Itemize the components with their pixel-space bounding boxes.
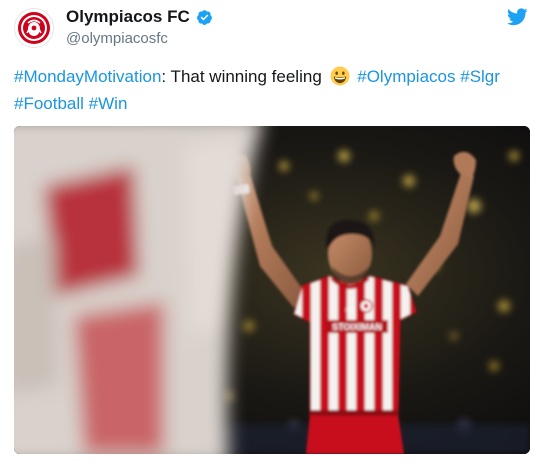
tweet-header: Olympiacos FC @olympiacosfc [0, 0, 542, 58]
hashtag-link[interactable]: #MondayMotivation [14, 67, 161, 86]
grinning-face-icon [330, 66, 349, 86]
hashtag-link[interactable]: #Olympiacos [357, 67, 455, 86]
author-name-row[interactable]: Olympiacos FC [66, 7, 213, 27]
tweet-text-segment: : That winning feeling [161, 67, 327, 86]
author-handle[interactable]: @olympiacosfc [66, 30, 168, 47]
verified-badge-icon [196, 9, 212, 25]
shirt-sponsor-text: STOIXIMAN [332, 322, 382, 332]
tweet-text: #MondayMotivation: That winning feeling … [14, 63, 530, 117]
olympiacos-crest-icon [18, 12, 50, 44]
hashtag-link[interactable]: #Win [89, 94, 128, 113]
author-display-name[interactable]: Olympiacos FC [66, 7, 190, 27]
celebrating-player-photo: STOIXIMAN GR [14, 126, 530, 454]
tweet-photo[interactable]: STOIXIMAN GR [14, 126, 530, 454]
hashtag-link[interactable]: #Football [14, 94, 84, 113]
avatar[interactable] [14, 8, 54, 48]
tweet-card: Olympiacos FC @olympiacosfc #MondayMotiv… [0, 0, 542, 466]
shirt-badge-text: GR [346, 308, 356, 314]
twitter-bird-icon[interactable] [507, 8, 528, 26]
hashtag-link[interactable]: #Slgr [460, 67, 500, 86]
